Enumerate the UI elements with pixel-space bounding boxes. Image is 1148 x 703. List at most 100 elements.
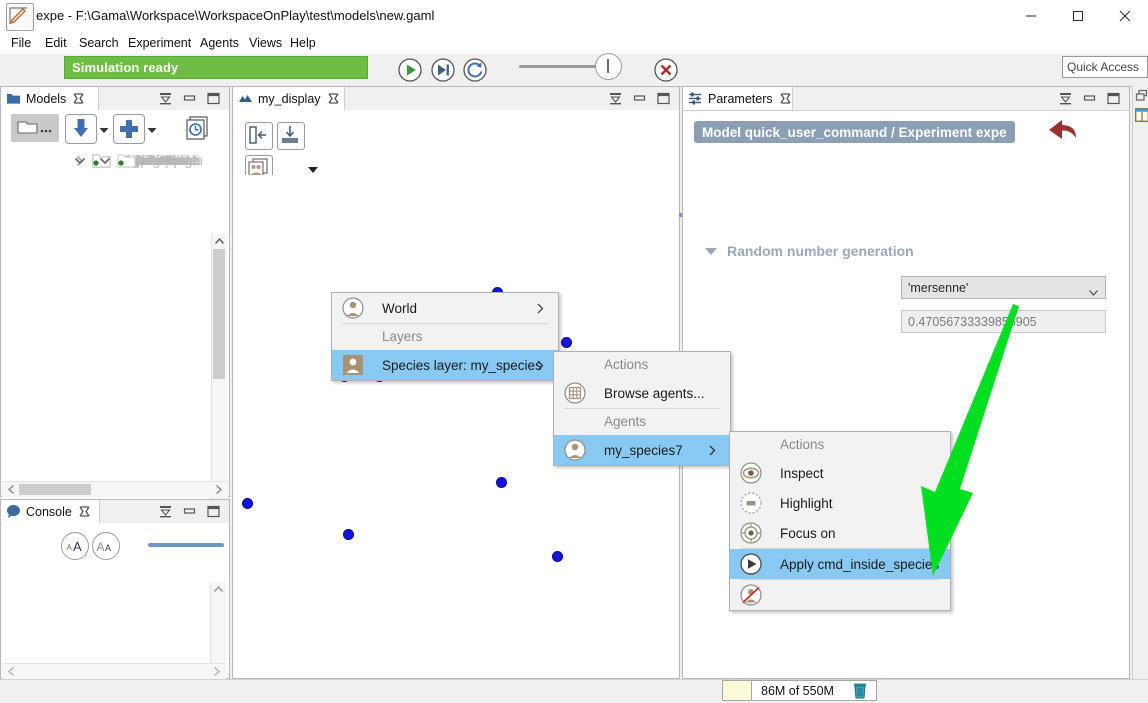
- close-icon[interactable]: [79, 506, 90, 517]
- download-arrow-icon: [74, 119, 88, 137]
- tab-parameters-label: Parameters: [708, 91, 773, 106]
- maximize-view-icon[interactable]: [656, 91, 671, 106]
- speed-slider-track[interactable]: [519, 65, 604, 68]
- maximize-view-icon[interactable]: [1106, 91, 1121, 106]
- increase-font-button[interactable]: A A: [61, 532, 89, 560]
- minimize-view-icon[interactable]: [158, 91, 173, 106]
- edit-model-button[interactable]: [6, 3, 34, 31]
- close-icon[interactable]: [328, 93, 339, 104]
- menu-item-focus-on[interactable]: Focus on: [730, 518, 950, 548]
- param-combo-random-number-generator[interactable]: 'mersenne': [901, 276, 1106, 299]
- menu-item-species-layer[interactable]: Species layer: my_species: [332, 350, 558, 380]
- section-title: Random number generation: [727, 243, 914, 259]
- run-button[interactable]: [394, 54, 426, 86]
- menu-item-apply-cmd-inside-species[interactable]: Apply cmd_inside_species: [730, 549, 950, 579]
- agent-dot[interactable]: [552, 551, 563, 562]
- models-horizontal-scrollbar[interactable]: [2, 481, 228, 497]
- close-button[interactable]: [1102, 0, 1148, 31]
- new-button[interactable]: [113, 114, 145, 144]
- step-icon: [431, 58, 455, 82]
- heap-text: 86M of 550M: [761, 684, 834, 698]
- scroll-thumb[interactable]: [213, 249, 225, 379]
- step-button[interactable]: [427, 54, 459, 86]
- menu-item-experiment[interactable]: Experiment: [123, 35, 196, 51]
- tree-item-15[interactable]: models: [97, 148, 187, 173]
- close-icon[interactable]: [73, 93, 84, 104]
- scroll-left-icon[interactable]: [4, 482, 19, 500]
- menu-header-label: Actions: [780, 437, 825, 452]
- collapse-view-icon[interactable]: [182, 91, 197, 106]
- kill-icon: [737, 584, 765, 606]
- chevron-down-icon[interactable]: [72, 153, 88, 169]
- menu-item-edit[interactable]: Edit: [40, 35, 72, 51]
- scroll-up-icon[interactable]: [212, 234, 227, 249]
- reload-button[interactable]: [459, 54, 491, 86]
- collapse-view-icon[interactable]: [632, 91, 647, 106]
- reload-icon: [463, 58, 487, 82]
- decrease-font-button[interactable]: A A: [92, 532, 120, 560]
- agent-dot[interactable]: [343, 529, 354, 540]
- minimize-view-icon[interactable]: [608, 91, 623, 106]
- tab-my-display[interactable]: my_display: [233, 87, 345, 110]
- menu-item-highlight[interactable]: Highlight: [730, 488, 950, 518]
- minimize-view-icon[interactable]: [158, 504, 173, 519]
- tab-parameters[interactable]: Parameters: [683, 87, 793, 110]
- sidebar-toggle-button[interactable]: [245, 122, 273, 150]
- menu-item-views[interactable]: Views: [244, 35, 287, 51]
- menu-item-file[interactable]: File: [6, 35, 36, 51]
- perspective-button[interactable]: [1135, 108, 1148, 125]
- chevron-down-icon: [308, 167, 318, 173]
- menu-item-help[interactable]: Help: [285, 35, 321, 51]
- revert-parameters-button[interactable]: [1043, 114, 1085, 148]
- section-random-number-generation[interactable]: Random number generation: [705, 243, 914, 259]
- tab-console-label: Console: [26, 504, 72, 519]
- plus-icon: [120, 120, 138, 138]
- chevron-down-icon[interactable]: [97, 153, 113, 169]
- parameters-view-buttons: [1058, 91, 1121, 106]
- speed-slider-knob[interactable]: [595, 53, 622, 80]
- collapse-all-button[interactable]: [11, 114, 59, 142]
- run-gc-button[interactable]: [850, 681, 870, 700]
- agent-dot[interactable]: [242, 498, 253, 509]
- scroll-up-icon[interactable]: [211, 582, 226, 597]
- tab-models[interactable]: Models: [1, 87, 99, 110]
- menu-item-browse-agents[interactable]: Browse agents...: [554, 378, 730, 408]
- import-button[interactable]: [65, 114, 97, 144]
- agent-dot[interactable]: [561, 337, 572, 348]
- panel-collapse-icon: [249, 126, 266, 144]
- window-title: expe - F:\Gama\Workspace\WorkspaceOnPlay…: [36, 8, 435, 23]
- new-dropdown-arrow[interactable]: [146, 123, 158, 151]
- recent-button[interactable]: [183, 114, 211, 142]
- close-experiment-button[interactable]: [650, 54, 682, 86]
- menu-item-my-species7[interactable]: my_species7: [554, 435, 730, 465]
- param-field-default-random-seed[interactable]: 0.47056733339855905: [901, 310, 1106, 333]
- snapshot-button[interactable]: [277, 122, 305, 150]
- scroll-right-icon[interactable]: [211, 482, 226, 500]
- menu-header-label: Agents: [604, 414, 647, 429]
- menu-item-world[interactable]: World: [332, 293, 558, 323]
- collapse-view-icon[interactable]: [1082, 91, 1097, 106]
- scroll-thumb[interactable]: [19, 484, 91, 495]
- collapse-view-icon[interactable]: [182, 504, 197, 519]
- agents-layer-dropdown-arrow[interactable]: [307, 163, 319, 173]
- restore-view-button[interactable]: [1135, 89, 1148, 105]
- close-icon[interactable]: [780, 93, 791, 104]
- display-view-buttons: [608, 91, 671, 106]
- menu-item-agents[interactable]: Agents: [195, 35, 244, 51]
- minimize-button[interactable]: [1008, 0, 1054, 31]
- tab-console[interactable]: Console: [1, 500, 100, 523]
- maximize-button[interactable]: [1055, 0, 1101, 31]
- maximize-view-icon[interactable]: [206, 91, 221, 106]
- tab-models-label: Models: [26, 91, 67, 106]
- menu-item-kill[interactable]: [730, 580, 950, 610]
- minimize-view-icon[interactable]: [1058, 91, 1073, 106]
- import-dropdown-arrow[interactable]: [98, 123, 110, 151]
- menu-item-inspect[interactable]: Inspect: [730, 458, 950, 488]
- menu-item-search[interactable]: Search: [74, 35, 124, 51]
- maximize-view-icon[interactable]: [206, 504, 221, 519]
- folder-icon: [117, 153, 136, 168]
- console-horizontal-scrollbar[interactable]: [2, 663, 226, 679]
- agent-dot[interactable]: [496, 477, 507, 488]
- agent-submenu: Actions Inspect Highlight Focus on Apply…: [729, 431, 951, 611]
- quick-access-field[interactable]: Quick Access: [1062, 56, 1148, 78]
